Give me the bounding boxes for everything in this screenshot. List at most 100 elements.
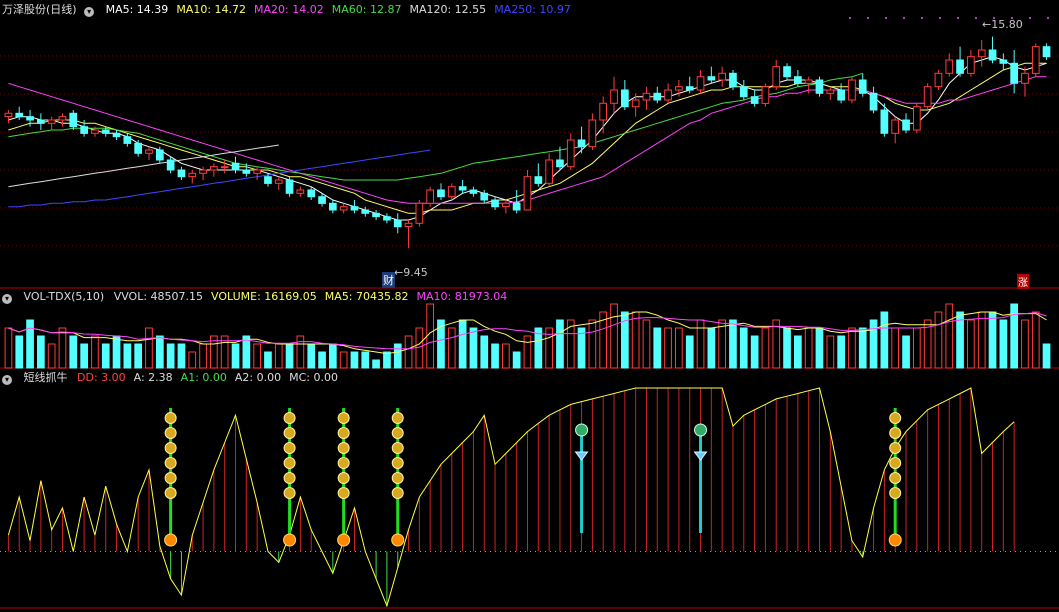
volume-bar — [902, 335, 910, 369]
candle — [837, 89, 845, 101]
volume-bar — [404, 335, 413, 369]
candle — [383, 216, 391, 221]
volume-bar — [307, 343, 316, 369]
indicator-legend: DD: 3.00 A: 2.38 A1: 0.00 A2: 0.00 MC: 0.00 — [77, 371, 346, 384]
vol-label-3: MA10: 81973.04 — [416, 290, 508, 303]
candle — [577, 139, 586, 148]
candle — [4, 112, 13, 118]
volume-bar — [458, 319, 467, 369]
ma60-line — [8, 72, 863, 181]
stock-title: 万泽股份(日线) — [2, 3, 77, 16]
volume-bar — [1031, 311, 1040, 369]
low-price-label: ←9.45 — [394, 266, 428, 279]
volume-bar — [891, 327, 899, 369]
candle — [934, 72, 943, 88]
coin-icon — [889, 427, 902, 439]
collapse-icon[interactable]: ▾ — [2, 294, 12, 304]
ma-label-1: MA10: 14.72 — [176, 3, 247, 16]
candle — [707, 76, 716, 81]
volume-bar — [750, 335, 759, 369]
candle — [902, 119, 910, 131]
candle — [826, 89, 835, 94]
candle — [372, 212, 380, 218]
candle — [37, 119, 45, 124]
candle — [999, 59, 1008, 64]
vol-label-2: MA5: 70435.82 — [324, 290, 409, 303]
volume-bar — [26, 319, 34, 369]
candle — [491, 199, 499, 208]
candle — [804, 79, 813, 84]
volume-bar — [329, 343, 337, 369]
volume-bar — [794, 335, 802, 369]
volume-bar — [869, 319, 878, 369]
volume-bar — [264, 351, 272, 369]
candle — [858, 79, 867, 94]
top-dot — [1047, 17, 1049, 19]
coin-icon — [283, 487, 296, 499]
stock-chart — [0, 17, 1059, 609]
candle — [15, 112, 24, 118]
coin-icon — [889, 487, 902, 499]
collapse-icon[interactable]: ▾ — [84, 7, 95, 17]
high-price-label: ←15.80 — [982, 18, 1023, 31]
volume-bar — [437, 319, 445, 369]
volume-bar — [101, 343, 110, 369]
volume-bar — [37, 335, 45, 369]
candle — [718, 72, 726, 81]
candle — [220, 166, 229, 169]
volume-bar — [837, 335, 845, 369]
coin-icon — [164, 442, 177, 454]
candle — [47, 119, 56, 124]
volume-bar — [858, 327, 867, 369]
candle — [1010, 62, 1018, 84]
volume-bar — [383, 351, 391, 369]
candle — [91, 129, 99, 134]
volume-bar — [123, 343, 132, 369]
candle — [199, 169, 207, 174]
candle — [1021, 72, 1029, 84]
candle — [945, 59, 954, 74]
collapse-icon[interactable]: ▾ — [2, 375, 12, 385]
candle — [285, 179, 294, 194]
coin-icon — [391, 457, 404, 469]
candle — [350, 206, 359, 211]
candle — [231, 162, 240, 171]
ma-label-3: MA60: 12.87 — [331, 3, 402, 16]
candle — [69, 112, 78, 128]
indicator-title: 短线抓牛 — [23, 371, 68, 384]
candle — [447, 186, 456, 198]
volume-bar — [156, 335, 164, 369]
volume-bar — [58, 327, 67, 369]
volume-bar — [447, 327, 456, 369]
candle — [329, 202, 337, 211]
candle — [588, 119, 597, 148]
volume-bar — [296, 335, 305, 369]
candle — [274, 179, 283, 184]
volume-bar — [285, 343, 294, 369]
candle — [415, 202, 424, 224]
candle — [404, 222, 413, 228]
candle — [296, 189, 305, 194]
volume-bar — [1042, 343, 1051, 369]
volume-bar — [610, 303, 618, 369]
volume-bar — [512, 351, 521, 369]
candle — [891, 119, 899, 134]
volume-bar — [502, 343, 510, 369]
candle — [545, 159, 553, 184]
indicator-header: ▾ 短线抓牛 DD: 3.00 A: 2.38 A1: 0.00 A2: 0.00 MC… — [2, 370, 354, 386]
volume-legend: VVOL: 48507.15 VOLUME: 16169.05 MA5: 70435… — [114, 290, 516, 303]
top-dot — [903, 17, 905, 19]
finance-event-marker[interactable]: 财 — [382, 272, 395, 288]
volume-bar — [361, 351, 370, 369]
volume-bar — [848, 327, 856, 369]
volume-bar — [675, 327, 683, 369]
candle — [188, 172, 197, 178]
coin-icon — [889, 457, 902, 469]
candle — [480, 192, 489, 201]
volume-bar — [913, 327, 921, 369]
volume-bar — [642, 319, 651, 369]
coin-icon — [391, 427, 404, 439]
candle — [815, 79, 824, 94]
buy-arrow-icon — [337, 533, 351, 547]
candle — [123, 136, 132, 144]
